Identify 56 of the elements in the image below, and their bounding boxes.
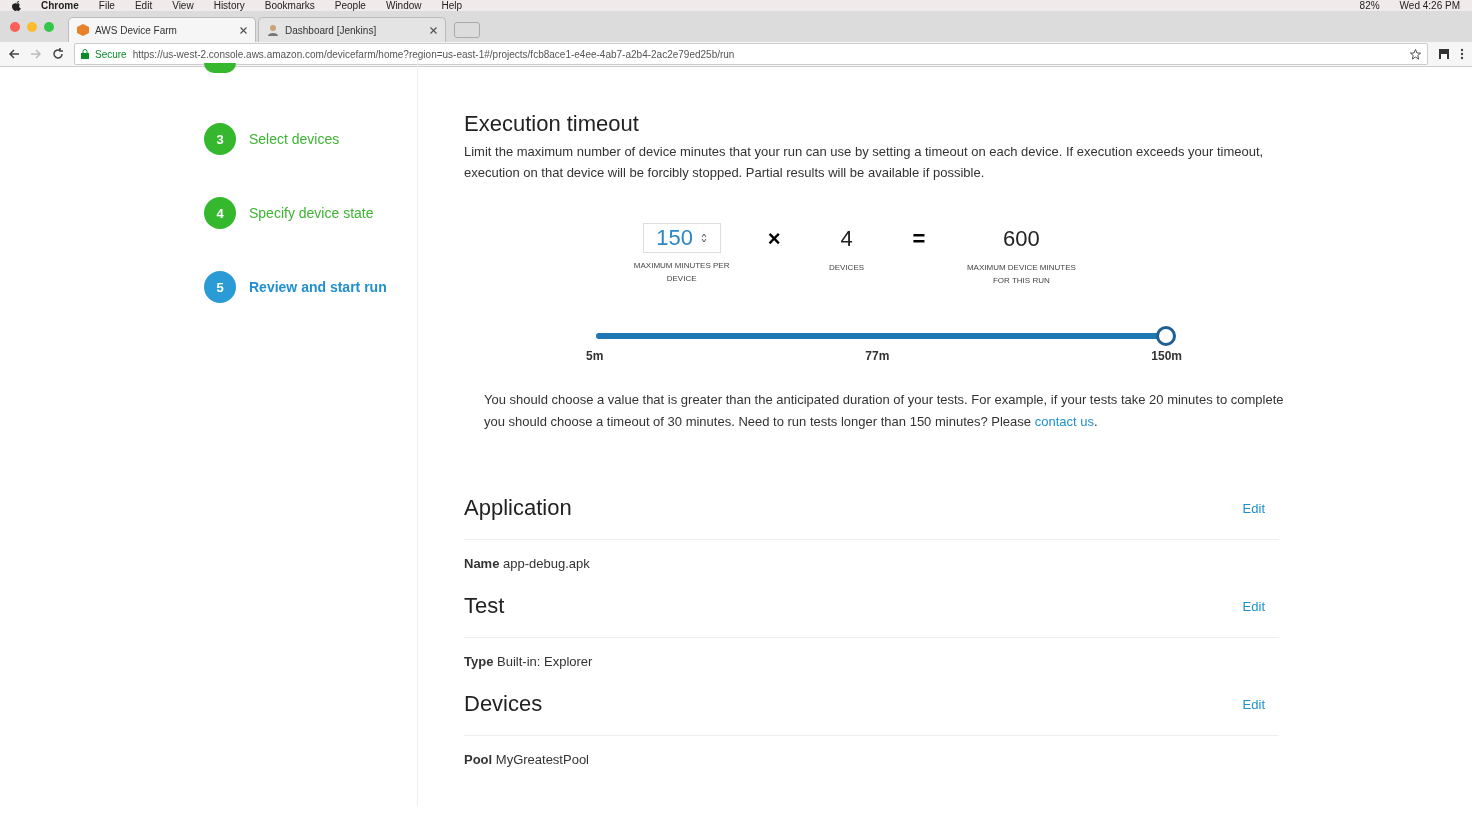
minutes-input[interactable]: 150	[642, 223, 721, 253]
edit-link[interactable]: Edit	[1242, 598, 1265, 614]
browser-tab[interactable]: AWS Device Farm	[68, 17, 256, 42]
spinner-icon[interactable]	[701, 233, 707, 243]
close-tab-icon[interactable]	[430, 26, 437, 34]
browser-tab[interactable]: Dashboard [Jenkins]	[258, 17, 446, 42]
devices-count: 4	[840, 225, 853, 253]
step-number: 3	[204, 123, 236, 155]
total-caption: MAXIMUM DEVICE MINUTES FOR THIS RUN	[965, 262, 1077, 287]
section-title: Test	[464, 593, 505, 619]
reload-icon[interactable]	[52, 48, 64, 60]
lock-icon	[81, 49, 89, 59]
close-tab-icon[interactable]	[240, 26, 247, 34]
menu-item[interactable]: Edit	[134, 0, 153, 11]
edit-link[interactable]: Edit	[1242, 696, 1265, 712]
help-text: You should choose a value that is greater than the anticipated duration of your tests. For example, if your tests take 20 minutes to complete you should choose a timeout of 30 minutes. Need to run tests longer than 150 minutes? Please contact us.	[484, 391, 1285, 431]
slider-tick-label: 150m	[1151, 349, 1182, 363]
menu-item[interactable]: Window	[385, 0, 422, 11]
field-text: Type Built-in: Explorer	[464, 653, 594, 669]
multiply-sign: ×	[767, 225, 781, 253]
contact-link[interactable]: contact us	[1034, 414, 1094, 429]
back-icon[interactable]	[8, 48, 20, 60]
apple-icon	[12, 0, 21, 11]
step-number: 4	[204, 197, 236, 229]
menu-item[interactable]: File	[98, 0, 115, 11]
step-label[interactable]: Review and start run	[249, 279, 387, 295]
menu-item[interactable]: History	[213, 0, 245, 11]
section-title: Devices	[464, 691, 543, 717]
url-text: https://us-west-2.console.aws.amazon.com/devicefarm/home?region=us-east-1#/projects/fcb8ace1-e4ee-4ab7-a2b4-2ac2e79ed25b/run	[132, 48, 735, 60]
menu-item[interactable]: Bookmarks	[264, 0, 315, 11]
input-caption: MAXIMUM MINUTES PER DEVICE	[632, 260, 731, 285]
field-text: Name app-debug.apk	[464, 555, 591, 571]
step-number: 5	[204, 271, 236, 303]
devices-caption: DEVICES	[827, 262, 866, 274]
section-title: Application	[464, 495, 572, 521]
person-icon	[267, 24, 279, 36]
slider-thumb[interactable]	[1156, 326, 1176, 346]
star-icon[interactable]	[1410, 48, 1421, 60]
description-text: Limit the maximum number of device minutes that your run can use by setting a timeout on each device. If execution exceeds your timeout, execution on that device will be forcibly stopped. Partial results will be available if possible.	[464, 143, 1265, 182]
menu-item[interactable]: People	[334, 0, 366, 11]
field-text: Pool MyGreatestPool	[464, 751, 590, 767]
section-title: Execution timeout	[464, 111, 640, 137]
menu-app-name[interactable]: Chrome	[41, 0, 79, 11]
slider-tick-label: 5m	[586, 349, 604, 363]
secure-label: Secure	[95, 48, 127, 60]
edit-link[interactable]: Edit	[1242, 500, 1265, 516]
menu-icon[interactable]	[1460, 48, 1464, 60]
equals-sign: =	[912, 225, 926, 253]
battery-percentage: 82%	[1359, 0, 1380, 11]
address-bar[interactable]: Secure https://us-west-2.console.aws.amazon.com/devicefarm/home?region=us-east-1#/projects/fcb8ace1-e4ee-4ab7-a2b4-2ac2e79ed25b/run	[74, 43, 1428, 65]
total-minutes: 600	[1003, 225, 1040, 253]
menu-item[interactable]: Help	[441, 0, 463, 11]
menu-clock: Wed 4:26 PM	[1399, 0, 1460, 11]
cube-icon	[77, 24, 89, 36]
menu-item[interactable]: View	[172, 0, 194, 11]
slider-tick-label: 77m	[865, 349, 890, 363]
